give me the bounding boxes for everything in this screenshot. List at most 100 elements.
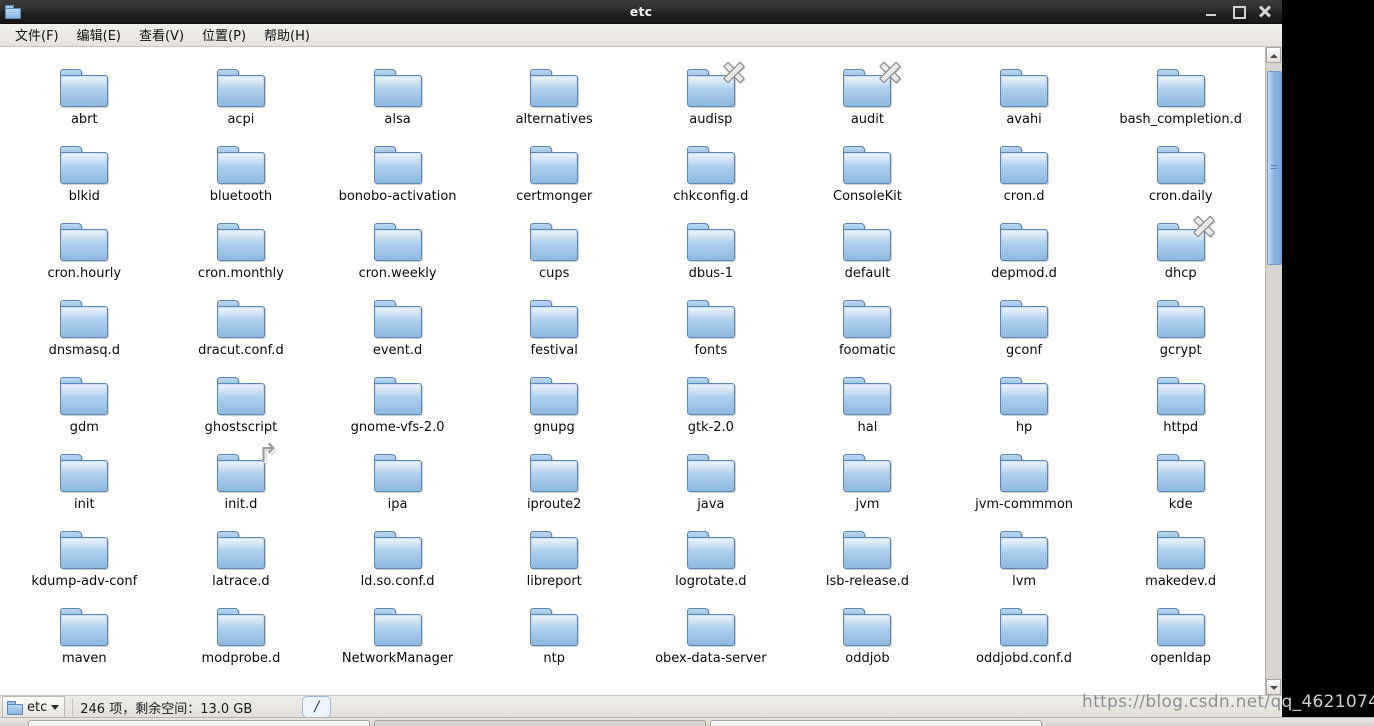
file-item[interactable]: httpd [1102,369,1259,435]
taskbar-item-1[interactable] [28,720,370,726]
folder-icon [527,600,581,646]
file-item[interactable]: modprobe.d [163,600,320,666]
zoom-level-badge[interactable]: / [302,696,332,718]
file-item[interactable]: cron.d [946,138,1103,204]
taskbar-item-3[interactable] [710,720,1042,726]
file-item[interactable]: dhcp [1102,215,1259,281]
file-label: NetworkManager [341,651,454,666]
file-item[interactable]: alsa [319,61,476,127]
menu-item-help[interactable]: 帮助(H) [255,23,319,47]
file-label: bonobo-activation [338,189,457,204]
menu-item-places[interactable]: 位置(P) [193,23,255,47]
file-item[interactable]: bluetooth [163,138,320,204]
file-item[interactable]: java [633,446,790,512]
file-label: kdump-adv-conf [31,574,138,589]
file-item[interactable]: logrotate.d [633,523,790,589]
file-item[interactable]: ntp [476,600,633,666]
scrollbar-thumb[interactable] [1267,71,1282,265]
file-item[interactable]: fonts [633,292,790,358]
file-item[interactable]: gtk-2.0 [633,369,790,435]
folder-icon [1154,138,1208,184]
file-item[interactable]: gnome-vfs-2.0 [319,369,476,435]
file-item[interactable]: hal [789,369,946,435]
file-item[interactable]: certmonger [476,138,633,204]
icon-view[interactable]: abrt acpi alsa alternatives audisp audit avahi… [0,47,1265,695]
folder-icon [527,523,581,569]
taskbar-item-2[interactable] [374,720,706,726]
file-item[interactable]: audisp [633,61,790,127]
file-item[interactable]: cron.weekly [319,215,476,281]
file-label: gdm [69,420,99,435]
file-item[interactable]: jvm-commmon [946,446,1103,512]
file-item[interactable]: ipa [319,446,476,512]
file-item[interactable]: cron.hourly [6,215,163,281]
file-item[interactable]: avahi [946,61,1103,127]
file-item[interactable]: iproute2 [476,446,633,512]
window-titlebar[interactable]: etc [0,0,1282,24]
file-label: modprobe.d [201,651,281,666]
file-item[interactable]: ghostscript [163,369,320,435]
minimize-button[interactable] [1205,5,1218,18]
folder-icon [371,61,425,107]
file-item[interactable]: cron.daily [1102,138,1259,204]
file-item[interactable]: depmod.d [946,215,1103,281]
file-item[interactable]: NetworkManager [319,600,476,666]
file-item[interactable]: libreport [476,523,633,589]
folder-icon [684,369,738,415]
file-item[interactable]: openldap [1102,600,1259,666]
file-item[interactable]: init [6,446,163,512]
file-item[interactable]: gdm [6,369,163,435]
file-item[interactable]: ld.so.conf.d [319,523,476,589]
file-item[interactable]: event.d [319,292,476,358]
file-item[interactable]: ↱ init.d [163,441,320,512]
file-item[interactable]: latrace.d [163,523,320,589]
file-item[interactable]: kde [1102,446,1259,512]
window-folder-icon [5,4,21,19]
file-item[interactable]: jvm [789,446,946,512]
file-item[interactable]: default [789,215,946,281]
file-item[interactable]: alternatives [476,61,633,127]
file-label: dracut.conf.d [198,343,284,358]
file-item[interactable]: oddjobd.conf.d [946,600,1103,666]
folder-icon [840,446,894,492]
file-item[interactable]: gnupg [476,369,633,435]
file-label: cron.d [1003,189,1045,204]
file-item[interactable]: abrt [6,61,163,127]
file-item[interactable]: makedev.d [1102,523,1259,589]
file-item[interactable]: dracut.conf.d [163,292,320,358]
menu-item-file[interactable]: 文件(F) [6,23,68,47]
menu-item-view[interactable]: 查看(V) [130,23,193,47]
file-item[interactable]: kdump-adv-conf [6,523,163,589]
file-item[interactable]: foomatic [789,292,946,358]
folder-icon [527,446,581,492]
file-item[interactable]: festival [476,292,633,358]
file-item[interactable]: dbus-1 [633,215,790,281]
file-item[interactable]: lsb-release.d [789,523,946,589]
file-item[interactable]: hp [946,369,1103,435]
file-item[interactable]: ConsoleKit [789,138,946,204]
file-item[interactable]: obex-data-server [633,600,790,666]
maximize-button[interactable] [1232,5,1246,19]
scroll-down-button[interactable] [1266,679,1281,695]
close-button[interactable] [1258,5,1272,18]
file-item[interactable]: oddjob [789,600,946,666]
vertical-scrollbar[interactable] [1265,47,1282,695]
file-item[interactable]: bash_completion.d [1102,61,1259,127]
file-item[interactable]: bonobo-activation [319,138,476,204]
folder-icon [1154,215,1215,261]
file-item[interactable]: cups [476,215,633,281]
menu-item-edit[interactable]: 编辑(E) [68,23,130,47]
file-item[interactable]: gcrypt [1102,292,1259,358]
file-item[interactable]: cron.monthly [163,215,320,281]
file-item[interactable]: gconf [946,292,1103,358]
scroll-up-button[interactable] [1266,47,1281,63]
file-item[interactable]: dnsmasq.d [6,292,163,358]
file-item[interactable]: blkid [6,138,163,204]
file-label: chkconfig.d [673,189,749,204]
location-dropdown[interactable]: etc [2,696,66,718]
file-item[interactable]: acpi [163,61,320,127]
file-item[interactable]: chkconfig.d [633,138,790,204]
file-item[interactable]: maven [6,600,163,666]
file-item[interactable]: audit [789,61,946,127]
file-item[interactable]: lvm [946,523,1103,589]
